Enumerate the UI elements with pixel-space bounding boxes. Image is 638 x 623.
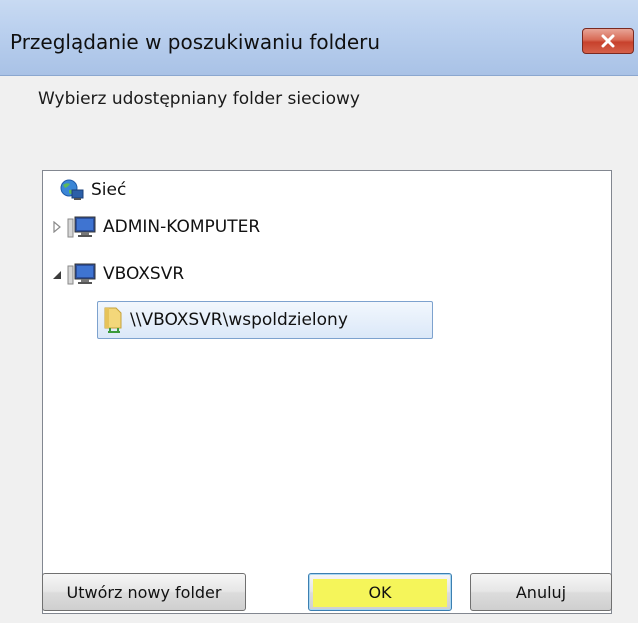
computer-icon <box>67 263 96 285</box>
tree-item-label: Sieć <box>91 180 127 200</box>
shared-folder-icon <box>104 307 122 333</box>
ok-button[interactable]: OK <box>308 573 452 611</box>
collapse-arrow-icon[interactable] <box>51 269 63 281</box>
cancel-button[interactable]: Anuluj <box>470 573 612 611</box>
tree-item-label: \\VBOXSVR\wspoldzielony <box>130 310 348 330</box>
window-title: Przeglądanie w poszukiwaniu folderu <box>10 30 381 54</box>
network-globe-icon <box>60 179 84 200</box>
tree-item-network[interactable]: Sieć <box>59 177 126 203</box>
ok-button-label: OK <box>368 582 392 602</box>
close-icon <box>601 34 615 48</box>
instruction-text: Wybierz udostępniany folder sieciowy <box>38 89 360 109</box>
new-folder-button[interactable]: Utwórz nowy folder <box>42 573 246 611</box>
folder-browse-dialog: Przeglądanie w poszukiwaniu folderu Wybi… <box>0 0 638 623</box>
tree-item-vboxsvr[interactable]: VBOXSVR <box>67 261 184 287</box>
tree-item-shared-folder[interactable]: \\VBOXSVR\wspoldzielony <box>97 301 433 339</box>
close-button[interactable] <box>582 28 634 54</box>
tree-item-label: ADMIN-KOMPUTER <box>103 217 261 237</box>
title-bar[interactable]: Przeglądanie w poszukiwaniu folderu <box>0 0 638 76</box>
dialog-body: Wybierz udostępniany folder sieciowy Sie… <box>0 76 638 623</box>
expand-arrow-icon[interactable] <box>51 221 63 233</box>
cancel-button-label: Anuluj <box>515 582 567 602</box>
tree-item-label: VBOXSVR <box>103 264 185 284</box>
folder-tree[interactable]: Sieć ADMIN-KOMPUTER VBOXSVR \\VBOXSVR\ws… <box>42 170 612 614</box>
new-folder-button-label: Utwórz nowy folder <box>66 582 222 602</box>
computer-icon <box>67 216 96 238</box>
tree-item-admin-komputer[interactable]: ADMIN-KOMPUTER <box>67 214 260 240</box>
